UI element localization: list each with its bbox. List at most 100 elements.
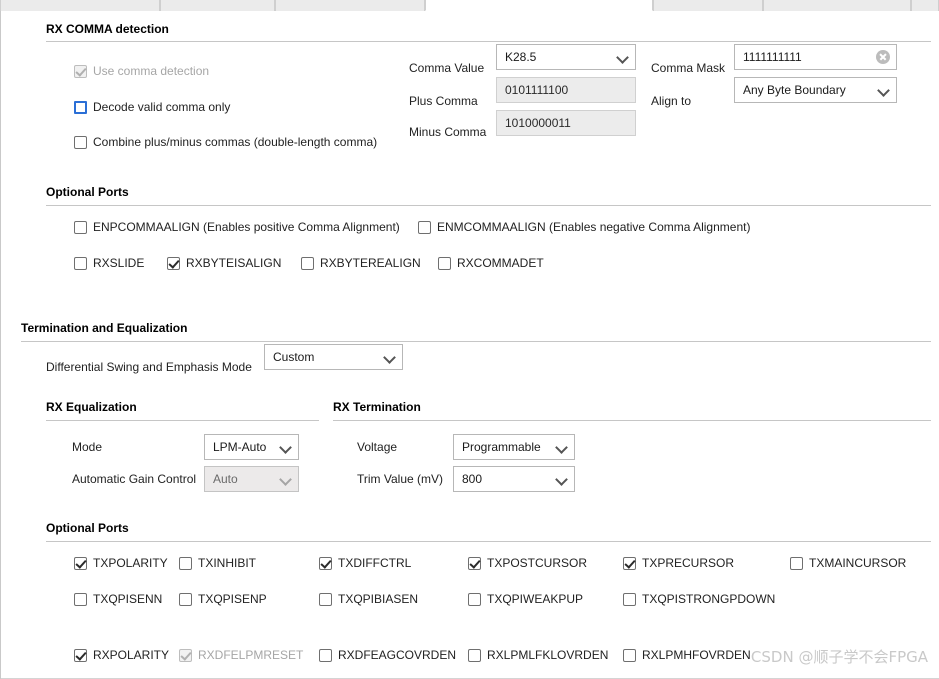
checkbox-rxdfeagcovrden[interactable]: RXDFEAGCOVRDEN [319, 648, 456, 662]
field-comma-mask[interactable]: 1111111111 [734, 44, 897, 70]
checkbox-rxcommadet[interactable]: RXCOMMADET [438, 256, 544, 270]
checkbox-rxslide[interactable]: RXSLIDE [74, 256, 144, 270]
checkbox-box [74, 64, 87, 78]
checkbox-box [74, 648, 87, 662]
section-title-tx-optional-ports: Optional Ports [46, 521, 129, 535]
checkbox-txqpibiasen[interactable]: TXQPIBIASEN [319, 592, 418, 606]
chevron-down-icon [878, 84, 890, 96]
checkbox-box [179, 648, 192, 662]
checkbox-rxlpmhfovrden[interactable]: RXLPMHFOVRDEN [623, 648, 751, 662]
checkbox-rxdfelpmreset[interactable]: RXDFELPMRESET [179, 648, 303, 662]
combo-align-to[interactable]: Any Byte Boundary [734, 77, 897, 103]
checkbox-label: Decode valid comma only [93, 100, 231, 114]
section-title-rx-optional-ports: Optional Ports [46, 185, 129, 199]
checkbox-use-comma-detection[interactable]: Use comma detection [74, 64, 209, 78]
checkbox-label: RXPOLARITY [93, 648, 170, 662]
section-rule-termination-equalization [21, 341, 931, 342]
checkbox-label: RXLPMHFOVRDEN [642, 648, 751, 662]
checkbox-label: TXPOLARITY [93, 556, 168, 570]
checkbox-box [74, 135, 87, 149]
checkbox-label: TXDIFFCTRL [338, 556, 412, 570]
checkbox-label: TXPRECURSOR [642, 556, 735, 570]
checkbox-label: RXCOMMADET [457, 256, 544, 270]
label-trim-value: Trim Value (mV) [357, 472, 444, 486]
checkbox-box [301, 256, 314, 270]
combo-value: Auto [213, 472, 238, 486]
label-voltage: Voltage [357, 440, 398, 454]
chevron-down-icon [384, 351, 396, 363]
label-plus-comma: Plus Comma [409, 94, 478, 108]
clear-icon[interactable] [876, 50, 890, 64]
checkbox-rxbyteisalign[interactable]: RXBYTEISALIGN [167, 256, 281, 270]
field-value: 1111111111 [743, 50, 802, 64]
checkbox-box [179, 556, 192, 570]
combo-automatic-gain-control[interactable]: Auto [204, 466, 299, 492]
checkbox-txpostcursor[interactable]: TXPOSTCURSOR [468, 556, 587, 570]
combo-comma-value[interactable]: K28.5 [496, 44, 636, 70]
checkbox-label: RXDFEAGCOVRDEN [338, 648, 457, 662]
tab-5[interactable] [763, 0, 911, 11]
checkbox-rxbyterealign[interactable]: RXBYTEREALIGN [301, 256, 421, 270]
checkbox-rxlpmlfklovrden[interactable]: RXLPMLFKLOVRDEN [468, 648, 608, 662]
combo-value: 800 [462, 472, 483, 486]
checkbox-txpolarity[interactable]: TXPOLARITY [74, 556, 168, 570]
settings-panel: RX COMMA detection Use comma detection D… [0, 11, 939, 679]
label-align-to: Align to [651, 94, 692, 108]
checkbox-label: ENPCOMMAALIGN (Enables positive Comma Al… [93, 220, 400, 234]
checkbox-box [468, 592, 481, 606]
checkbox-txqpistrongpdown[interactable]: TXQPISTRONGPDOWN [623, 592, 775, 606]
checkbox-txprecursor[interactable]: TXPRECURSOR [623, 556, 734, 570]
label-minus-comma: Minus Comma [409, 125, 487, 139]
checkbox-box [319, 592, 332, 606]
combo-trim-value[interactable]: 800 [453, 466, 575, 492]
checkbox-txqpisenn[interactable]: TXQPISENN [74, 592, 162, 606]
checkbox-label: TXINHIBIT [198, 556, 257, 570]
combo-voltage[interactable]: Programmable [453, 434, 575, 460]
checkbox-box [74, 220, 87, 234]
checkbox-enmcommaalign[interactable]: ENMCOMMAALIGN (Enables negative Comma Al… [418, 220, 750, 234]
checkbox-box [623, 592, 636, 606]
section-title-rx-comma-detection: RX COMMA detection [46, 22, 169, 36]
checkbox-label: TXQPISTRONGPDOWN [642, 592, 776, 606]
checkbox-label: TXQPISENP [198, 592, 267, 606]
checkbox-decode-valid-comma-only[interactable]: Decode valid comma only [74, 100, 230, 114]
checkbox-txqpisenp[interactable]: TXQPISENP [179, 592, 267, 606]
checkbox-label: RXBYTEISALIGN [186, 256, 282, 270]
checkbox-label: TXPOSTCURSOR [487, 556, 588, 570]
checkbox-rxpolarity[interactable]: RXPOLARITY [74, 648, 169, 662]
tab-0[interactable] [0, 0, 160, 11]
tab-4[interactable] [653, 0, 763, 11]
checkbox-box [74, 256, 87, 270]
checkbox-txinhibit[interactable]: TXINHIBIT [179, 556, 256, 570]
tab-3[interactable] [425, 0, 653, 11]
combo-value: LPM-Auto [213, 440, 267, 454]
section-rule-rx-equalization [46, 420, 319, 421]
checkbox-label: TXQPIBIASEN [338, 592, 419, 606]
checkbox-label: TXQPISENN [93, 592, 163, 606]
combo-eq-mode[interactable]: LPM-Auto [204, 434, 299, 460]
field-value: 0101111100 [505, 83, 569, 97]
tab-1[interactable] [160, 0, 275, 11]
tab-strip[interactable] [0, 0, 939, 11]
tab-6[interactable] [911, 0, 939, 11]
checkbox-enpcommaalign[interactable]: ENPCOMMAALIGN (Enables positive Comma Al… [74, 220, 400, 234]
tab-2[interactable] [275, 0, 425, 11]
chevron-down-icon [280, 473, 292, 485]
checkbox-box [438, 256, 451, 270]
combo-differential-swing-mode[interactable]: Custom [264, 344, 403, 370]
field-plus-comma: 0101111100 [496, 77, 636, 103]
checkbox-txqpiweakpup[interactable]: TXQPIWEAKPUP [468, 592, 583, 606]
checkbox-box [74, 592, 87, 606]
checkbox-combine-plus-minus-commas[interactable]: Combine plus/minus commas (double-length… [74, 135, 377, 149]
combo-value: Programmable [462, 440, 541, 454]
checkbox-txmaincursor[interactable]: TXMAINCURSOR [790, 556, 906, 570]
checkbox-txdiffctrl[interactable]: TXDIFFCTRL [319, 556, 411, 570]
checkbox-box [418, 220, 431, 234]
checkbox-label: Use comma detection [93, 64, 210, 78]
section-title-rx-termination: RX Termination [333, 400, 421, 414]
section-rule-tx-optional-ports [46, 541, 931, 542]
label-comma-mask: Comma Mask [651, 61, 726, 75]
label-differential-swing-mode: Differential Swing and Emphasis Mode [46, 360, 252, 374]
chevron-down-icon [280, 441, 292, 453]
field-value: 1010000011 [505, 116, 571, 130]
